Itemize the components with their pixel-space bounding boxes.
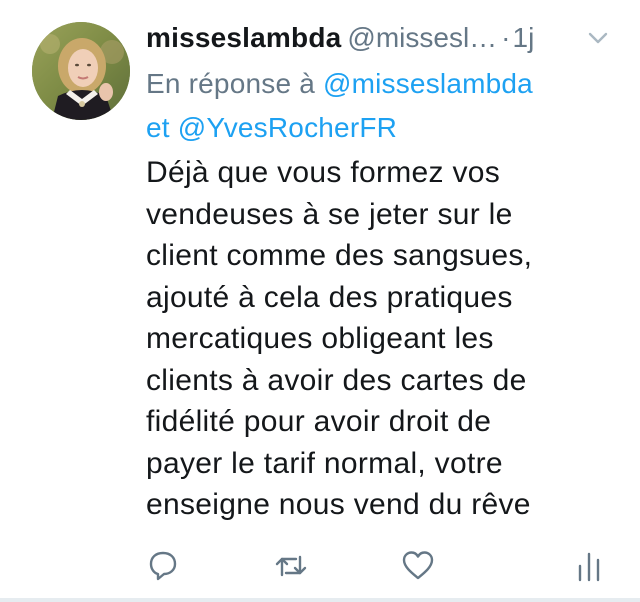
tweet-text-line: payer le tarif normal, votre [146,446,503,480]
mention-link[interactable]: @YvesRocherFR [178,112,397,143]
tweet-text-line: ajouté à cela des pratiques [146,280,513,314]
retweet-button[interactable] [273,548,309,584]
tweet-text-line: Déjà que vous formez vos [146,156,501,189]
tweet-text-line: enseigne nous vend du rêve [146,488,531,521]
tweet-text-line: fidélité pour avoir droit de [146,405,492,438]
tweet-text-line: clients à avoir des cartes de [146,363,527,397]
tweet-actions [0,540,640,590]
avatar-photo [32,22,130,120]
tweet-text-line: vendeuses à se jeter sur le [146,197,513,231]
display-name[interactable]: misseslambda [146,22,341,53]
retweet-icon [275,555,307,577]
tweet-header: misseslambda @missesl… ·1j [146,18,616,58]
tweet-text-line: mercatiques obligeant les [146,322,494,355]
reply-conjunction: et [146,112,170,143]
stats-icon [578,552,600,582]
reply-context: En réponse à @misseslambda et @YvesRoche… [146,62,616,150]
heart-icon [402,551,434,580]
timestamp[interactable]: 1j [513,22,535,53]
separator-dot: · [501,22,511,53]
like-button[interactable] [400,548,436,584]
stats-button[interactable] [572,548,608,584]
tweet-text: Déjà que vous formez vos vendeuses à se … [146,152,616,526]
reply-icon [149,551,177,581]
tweet-text-line: client comme des sangsues, [146,239,533,272]
avatar[interactable] [32,22,130,120]
tweet: misseslambda @missesl… ·1j En réponse à @m… [0,0,640,602]
reply-prefix: En réponse à [146,68,315,99]
user-handle[interactable]: @missesl… [347,22,497,53]
reply-button[interactable] [145,548,181,584]
chevron-down-icon[interactable] [587,30,609,46]
divider [0,598,640,602]
mention-link[interactable]: @misseslambda [323,68,533,99]
